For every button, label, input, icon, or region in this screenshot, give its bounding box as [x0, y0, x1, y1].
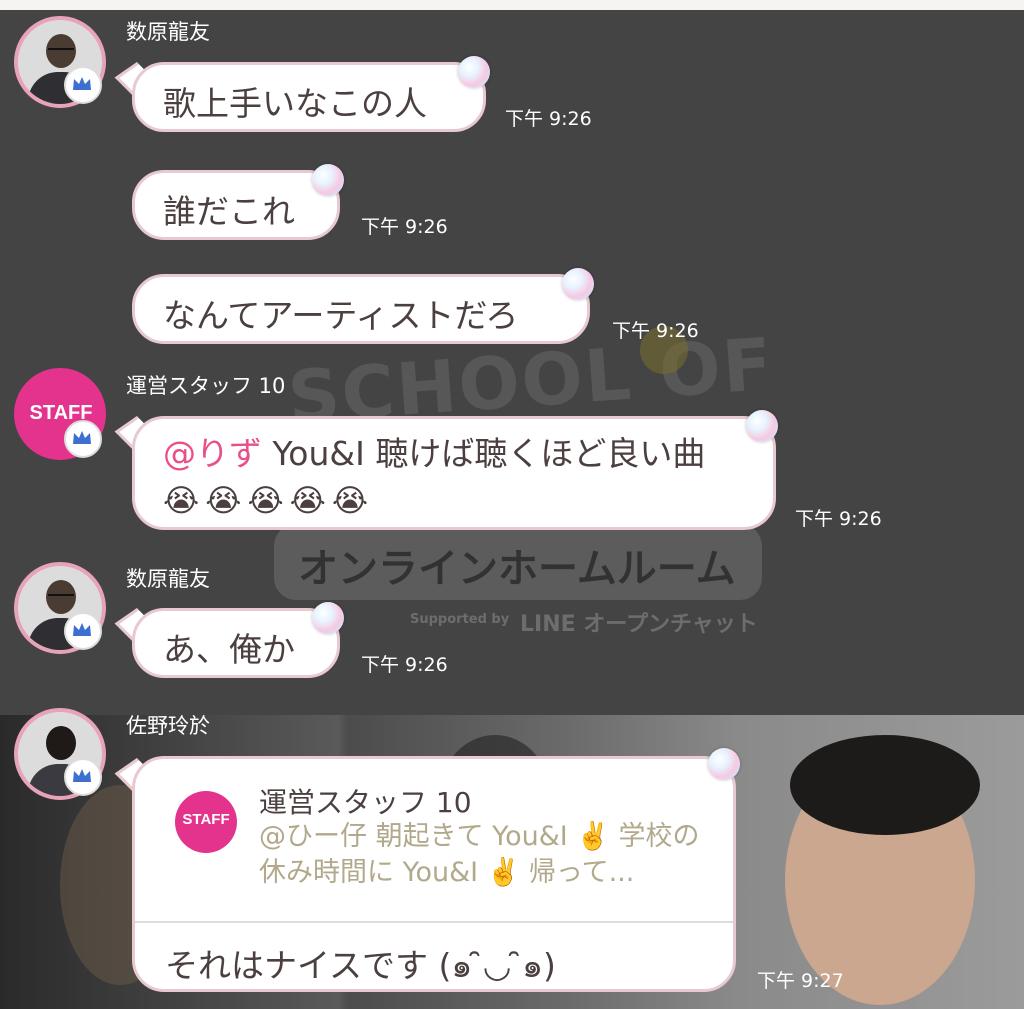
- quoted-sender: 運営スタッフ 10: [259, 786, 472, 819]
- emoji-row: 😭😭😭😭😭: [163, 483, 375, 519]
- message-text: 歌上手いなこの人: [163, 84, 427, 123]
- message-text: 誰だこれ: [163, 192, 295, 231]
- message-bubble[interactable]: なんてアーティストだろ: [132, 274, 590, 344]
- timestamp: 下午 9:26: [795, 508, 882, 530]
- watermark-supported: Supported by: [410, 612, 510, 627]
- crown-icon: [64, 612, 102, 650]
- message-text: それはナイスです (๑ ̑◡ ̑๑): [165, 946, 556, 985]
- gem-icon: [312, 164, 344, 196]
- sender-name: 数原龍友: [126, 20, 210, 44]
- message-text: なんてアーティストだろ: [163, 296, 519, 335]
- message-bubble[interactable]: 誰だこれ: [132, 170, 340, 240]
- message-text: You&I 聴けば聴くほど良い曲: [262, 434, 706, 473]
- gem-icon: [312, 602, 344, 634]
- crown-icon: [64, 758, 102, 796]
- watermark-brand: LINE オープンチャット: [520, 612, 758, 637]
- sender-name: 運営スタッフ 10: [126, 374, 286, 398]
- message-text: あ、俺か: [163, 630, 295, 669]
- mention-link[interactable]: @りず: [163, 434, 262, 473]
- quoted-avatar: STAFF: [175, 791, 237, 853]
- timestamp: 下午 9:26: [612, 320, 699, 342]
- quoted-message[interactable]: STAFF 運営スタッフ 10 @ひー仔 朝起きて You&I ✌️ 学校の休み…: [135, 759, 733, 921]
- quoted-text: @ひー仔 朝起きて You&I ✌️ 学校の休み時間に You&I ✌️ 帰って…: [259, 821, 700, 888]
- message-bubble[interactable]: あ、俺か: [132, 608, 340, 678]
- gem-icon: [562, 268, 594, 300]
- crown-icon: [64, 420, 102, 458]
- timestamp: 下午 9:26: [505, 108, 592, 130]
- watermark-subtitle: オンラインホームルーム: [298, 546, 736, 592]
- divider: [135, 921, 733, 923]
- sender-name: 数原龍友: [126, 567, 210, 591]
- gem-icon: [708, 748, 740, 780]
- message-bubble[interactable]: 歌上手いなこの人: [132, 62, 486, 132]
- reply-message-bubble[interactable]: STAFF 運営スタッフ 10 @ひー仔 朝起きて You&I ✌️ 学校の休み…: [132, 756, 736, 992]
- gem-icon: [458, 56, 490, 88]
- gem-icon: [746, 410, 778, 442]
- message-bubble[interactable]: @りず You&I 聴けば聴くほど良い曲 😭😭😭😭😭: [132, 416, 776, 530]
- timestamp: 下午 9:26: [361, 216, 448, 238]
- timestamp: 下午 9:27: [757, 970, 844, 992]
- timestamp: 下午 9:26: [361, 654, 448, 676]
- top-strip: [0, 0, 1024, 10]
- sender-name: 佐野玲於: [126, 714, 210, 738]
- crown-icon: [64, 66, 102, 104]
